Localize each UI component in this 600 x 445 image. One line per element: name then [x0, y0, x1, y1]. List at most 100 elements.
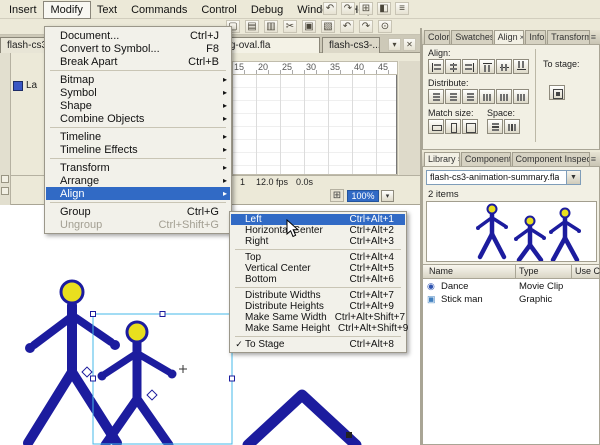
- close-tab-icon[interactable]: ✕: [403, 38, 416, 51]
- frames-ruler[interactable]: 15202530354045: [232, 61, 398, 75]
- align-left-edge-button[interactable]: [428, 59, 444, 74]
- menu-separator: [50, 127, 226, 128]
- align-submenu-item-make-same-width[interactable]: Make Same WidthCtrl+Alt+Shift+7: [231, 312, 405, 323]
- align-bottom-edge-button[interactable]: [513, 59, 529, 74]
- modify-menu-item-combine-objects[interactable]: Combine Objects▸: [46, 112, 230, 125]
- dock-button-1[interactable]: [1, 175, 9, 183]
- paste-icon[interactable]: ▧: [321, 20, 335, 33]
- dock-button-2[interactable]: [1, 187, 9, 195]
- redo-icon[interactable]: ↷: [359, 20, 373, 33]
- align-right-edge-button[interactable]: [462, 59, 478, 74]
- align-submenu-item-right[interactable]: RightCtrl+Alt+3: [231, 236, 405, 247]
- save-icon[interactable]: ▥: [264, 20, 278, 33]
- modify-menu-item-shape[interactable]: Shape▸: [46, 99, 230, 112]
- align-top-edge-button[interactable]: [479, 59, 495, 74]
- panel-tab-info[interactable]: Info: [525, 30, 546, 44]
- modify-menu-item-convert-to-symbol[interactable]: Convert to Symbol...F8: [46, 42, 230, 55]
- align-submenu-item-top[interactable]: TopCtrl+Alt+4: [231, 252, 405, 263]
- modify-menu-item-bitmap[interactable]: Bitmap▸: [46, 73, 230, 86]
- panel-menu-icon[interactable]: ≡: [591, 154, 598, 166]
- modify-menu-item-break-apart[interactable]: Break ApartCtrl+B: [46, 55, 230, 68]
- align-submenu-item-horizontal-center[interactable]: Horizontal CenterCtrl+Alt+2: [231, 225, 405, 236]
- to-stage-toggle-button[interactable]: [549, 85, 565, 100]
- close-panel-icon[interactable]: ×: [520, 32, 525, 43]
- tab-list-icon[interactable]: ▾: [388, 38, 401, 51]
- menubar-item-text[interactable]: Text: [90, 2, 124, 18]
- panel-tab-components[interactable]: Components: [461, 152, 511, 166]
- redo-icon[interactable]: ↷: [341, 2, 355, 15]
- align-horizontal-center-button[interactable]: [445, 59, 461, 74]
- stick-figure-legs[interactable]: [248, 395, 356, 445]
- frame-rate[interactable]: 12.0 fps: [256, 177, 288, 187]
- space-evenly-vertically-button[interactable]: [487, 119, 503, 134]
- align-submenu-item-distribute-widths[interactable]: Distribute WidthsCtrl+Alt+7: [231, 290, 405, 301]
- column-header-name[interactable]: Name: [429, 266, 453, 276]
- modify-menu-item-symbol[interactable]: Symbol▸: [46, 86, 230, 99]
- match-width-button[interactable]: [428, 119, 444, 134]
- menubar-item-insert[interactable]: Insert: [2, 2, 44, 18]
- distribute-left-edge-button[interactable]: [479, 89, 495, 104]
- align-submenu-item-make-same-height[interactable]: Make Same HeightCtrl+Alt+Shift+9: [231, 323, 405, 334]
- align-submenu-item-to-stage[interactable]: ✓To StageCtrl+Alt+8: [231, 339, 405, 350]
- column-header-type[interactable]: Type: [519, 266, 539, 276]
- distribute-vertical-center-button[interactable]: [445, 89, 461, 104]
- modify-menu-item-group[interactable]: GroupCtrl+G: [46, 205, 230, 218]
- modify-menu-item-align[interactable]: Align▸: [46, 187, 230, 200]
- column-header-use-cou[interactable]: Use Cou: [575, 266, 600, 276]
- panel-tab-align[interactable]: Align×: [494, 30, 525, 44]
- menubar-item-control[interactable]: Control: [194, 2, 243, 18]
- panel-tab-swatches[interactable]: Swatches: [451, 30, 492, 44]
- modify-menu-item-timeline[interactable]: Timeline▸: [46, 130, 230, 143]
- undo-icon[interactable]: ↶: [323, 2, 337, 15]
- menubar-item-modify[interactable]: Modify: [44, 2, 90, 18]
- match-height-button[interactable]: [445, 119, 461, 134]
- modify-menu-item-document[interactable]: Document...Ctrl+J: [46, 29, 230, 42]
- open-icon[interactable]: ▤: [245, 20, 259, 33]
- distribute-right-edge-button[interactable]: [513, 89, 529, 104]
- align-submenu-item-vertical-center[interactable]: Vertical CenterCtrl+Alt+5: [231, 263, 405, 274]
- panel-options-icon[interactable]: ≡: [395, 2, 409, 15]
- grid-icon[interactable]: ⊞: [359, 2, 373, 15]
- panel-tab-component-inspector[interactable]: Component Inspector: [512, 152, 590, 166]
- align-submenu-item-left[interactable]: LeftCtrl+Alt+1: [231, 214, 405, 225]
- snap-icon[interactable]: ⊙: [378, 20, 392, 33]
- distribute-top-edge-button[interactable]: [428, 89, 444, 104]
- space-evenly-horizontally-button[interactable]: [504, 119, 520, 134]
- close-panel-icon[interactable]: ×: [458, 154, 460, 165]
- modify-menu-item-timeline-effects[interactable]: Timeline Effects▸: [46, 143, 230, 156]
- zoom-level-input[interactable]: 100%: [347, 190, 379, 202]
- chevron-down-icon[interactable]: ▼: [566, 171, 580, 184]
- copy-icon[interactable]: ▣: [302, 20, 316, 33]
- column-separator[interactable]: [571, 265, 572, 278]
- document-tab-hidden[interactable]: flash-cs3-: [0, 37, 45, 53]
- distribute-horizontal-center-button[interactable]: [496, 89, 512, 104]
- layer-row[interactable]: La: [13, 80, 37, 91]
- panel-tab-transform[interactable]: Transform: [547, 30, 590, 44]
- stick-figure-large[interactable]: [25, 281, 120, 443]
- menu-separator: [50, 202, 226, 203]
- match-width-and-height-button[interactable]: [462, 119, 478, 134]
- distribute-bottom-edge-button[interactable]: [462, 89, 478, 104]
- undo-icon[interactable]: ↶: [340, 20, 354, 33]
- library-item-dance[interactable]: ◉DanceMovie Clip: [423, 281, 599, 294]
- library-item-stick-man[interactable]: ▣Stick manGraphic: [423, 294, 599, 307]
- library-document-select[interactable]: flash-cs3-animation-summary.fla ▼: [426, 170, 581, 185]
- frames-grid[interactable]: [232, 75, 398, 175]
- align-vertical-center-button[interactable]: [496, 59, 512, 74]
- document-tab-2[interactable]: flash-cs3-...: [322, 37, 380, 53]
- modify-menu-item-arrange[interactable]: Arrange▸: [46, 174, 230, 187]
- modify-menu-item-transform[interactable]: Transform▸: [46, 161, 230, 174]
- menubar-item-debug[interactable]: Debug: [244, 2, 290, 18]
- panel-tab-color[interactable]: Color: [424, 30, 450, 44]
- edit-symbols-icon[interactable]: ⊞: [330, 189, 344, 202]
- panel-menu-icon[interactable]: ≡: [591, 32, 598, 44]
- column-separator[interactable]: [515, 265, 516, 278]
- align-submenu-item-bottom[interactable]: BottomCtrl+Alt+6: [231, 274, 405, 285]
- panel-tab-library[interactable]: Library×: [424, 152, 460, 166]
- cut-icon[interactable]: ✂: [283, 20, 297, 33]
- preview-stick-figures: [476, 205, 581, 261]
- menubar-item-commands[interactable]: Commands: [124, 2, 194, 18]
- zoom-dropdown-icon[interactable]: ▾: [381, 190, 394, 202]
- guides-icon[interactable]: ◧: [377, 2, 391, 15]
- align-submenu-item-distribute-heights[interactable]: Distribute HeightsCtrl+Alt+9: [231, 301, 405, 312]
